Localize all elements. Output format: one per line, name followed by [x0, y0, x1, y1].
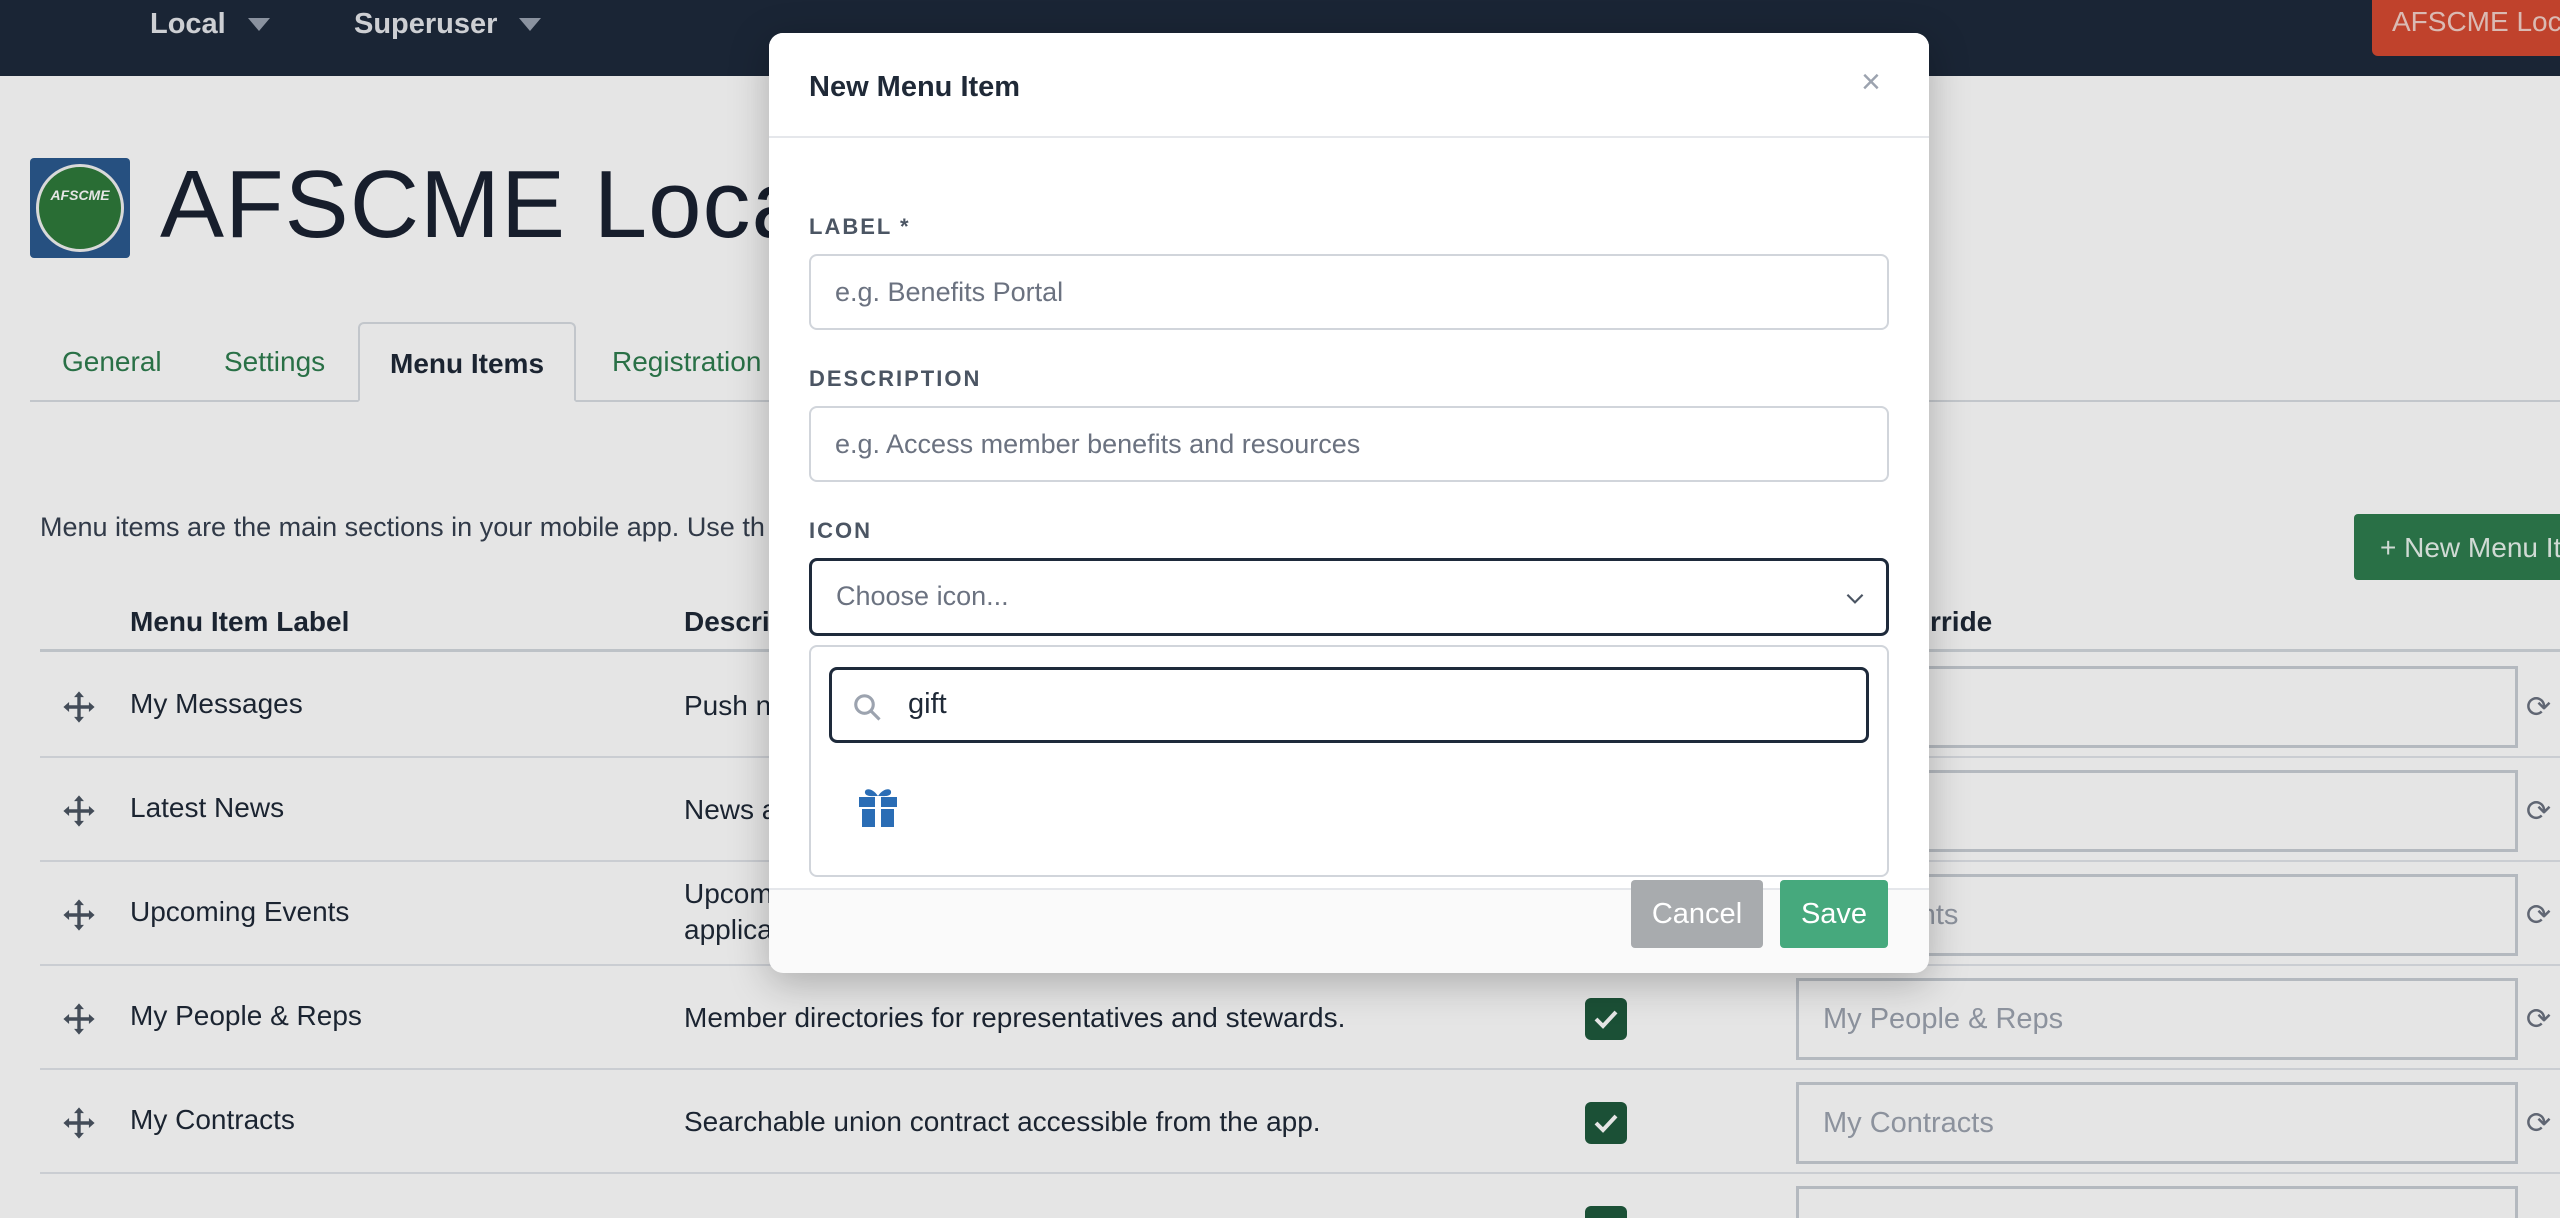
icon-field-label: ICON: [809, 518, 872, 543]
gift-icon[interactable]: [855, 783, 901, 829]
label-input[interactable]: [809, 254, 1889, 330]
modal-title: New Menu Item: [809, 71, 1021, 103]
chevron-down-icon: [1846, 593, 1864, 604]
description-field-label: DESCRIPTION: [809, 366, 982, 391]
icon-select[interactable]: Choose icon...: [809, 558, 1889, 636]
save-button[interactable]: Save: [1780, 880, 1888, 948]
description-input[interactable]: [809, 406, 1889, 482]
label-field-label: LABEL *: [809, 214, 911, 239]
search-icon: [854, 694, 881, 721]
close-icon[interactable]: ×: [1861, 63, 1881, 102]
icon-search-input[interactable]: gift: [829, 667, 1869, 743]
cancel-button[interactable]: Cancel: [1631, 880, 1763, 948]
icon-dropdown: gift: [809, 645, 1889, 877]
modal-header: New Menu Item ×: [769, 33, 1929, 138]
modal-body: LABEL * DESCRIPTION ICON Choose icon... …: [769, 138, 1929, 890]
new-menu-item-modal: New Menu Item × LABEL * DESCRIPTION ICON…: [769, 33, 1929, 973]
icon-select-placeholder: Choose icon...: [836, 581, 1009, 611]
icon-search-value: gift: [908, 688, 947, 720]
